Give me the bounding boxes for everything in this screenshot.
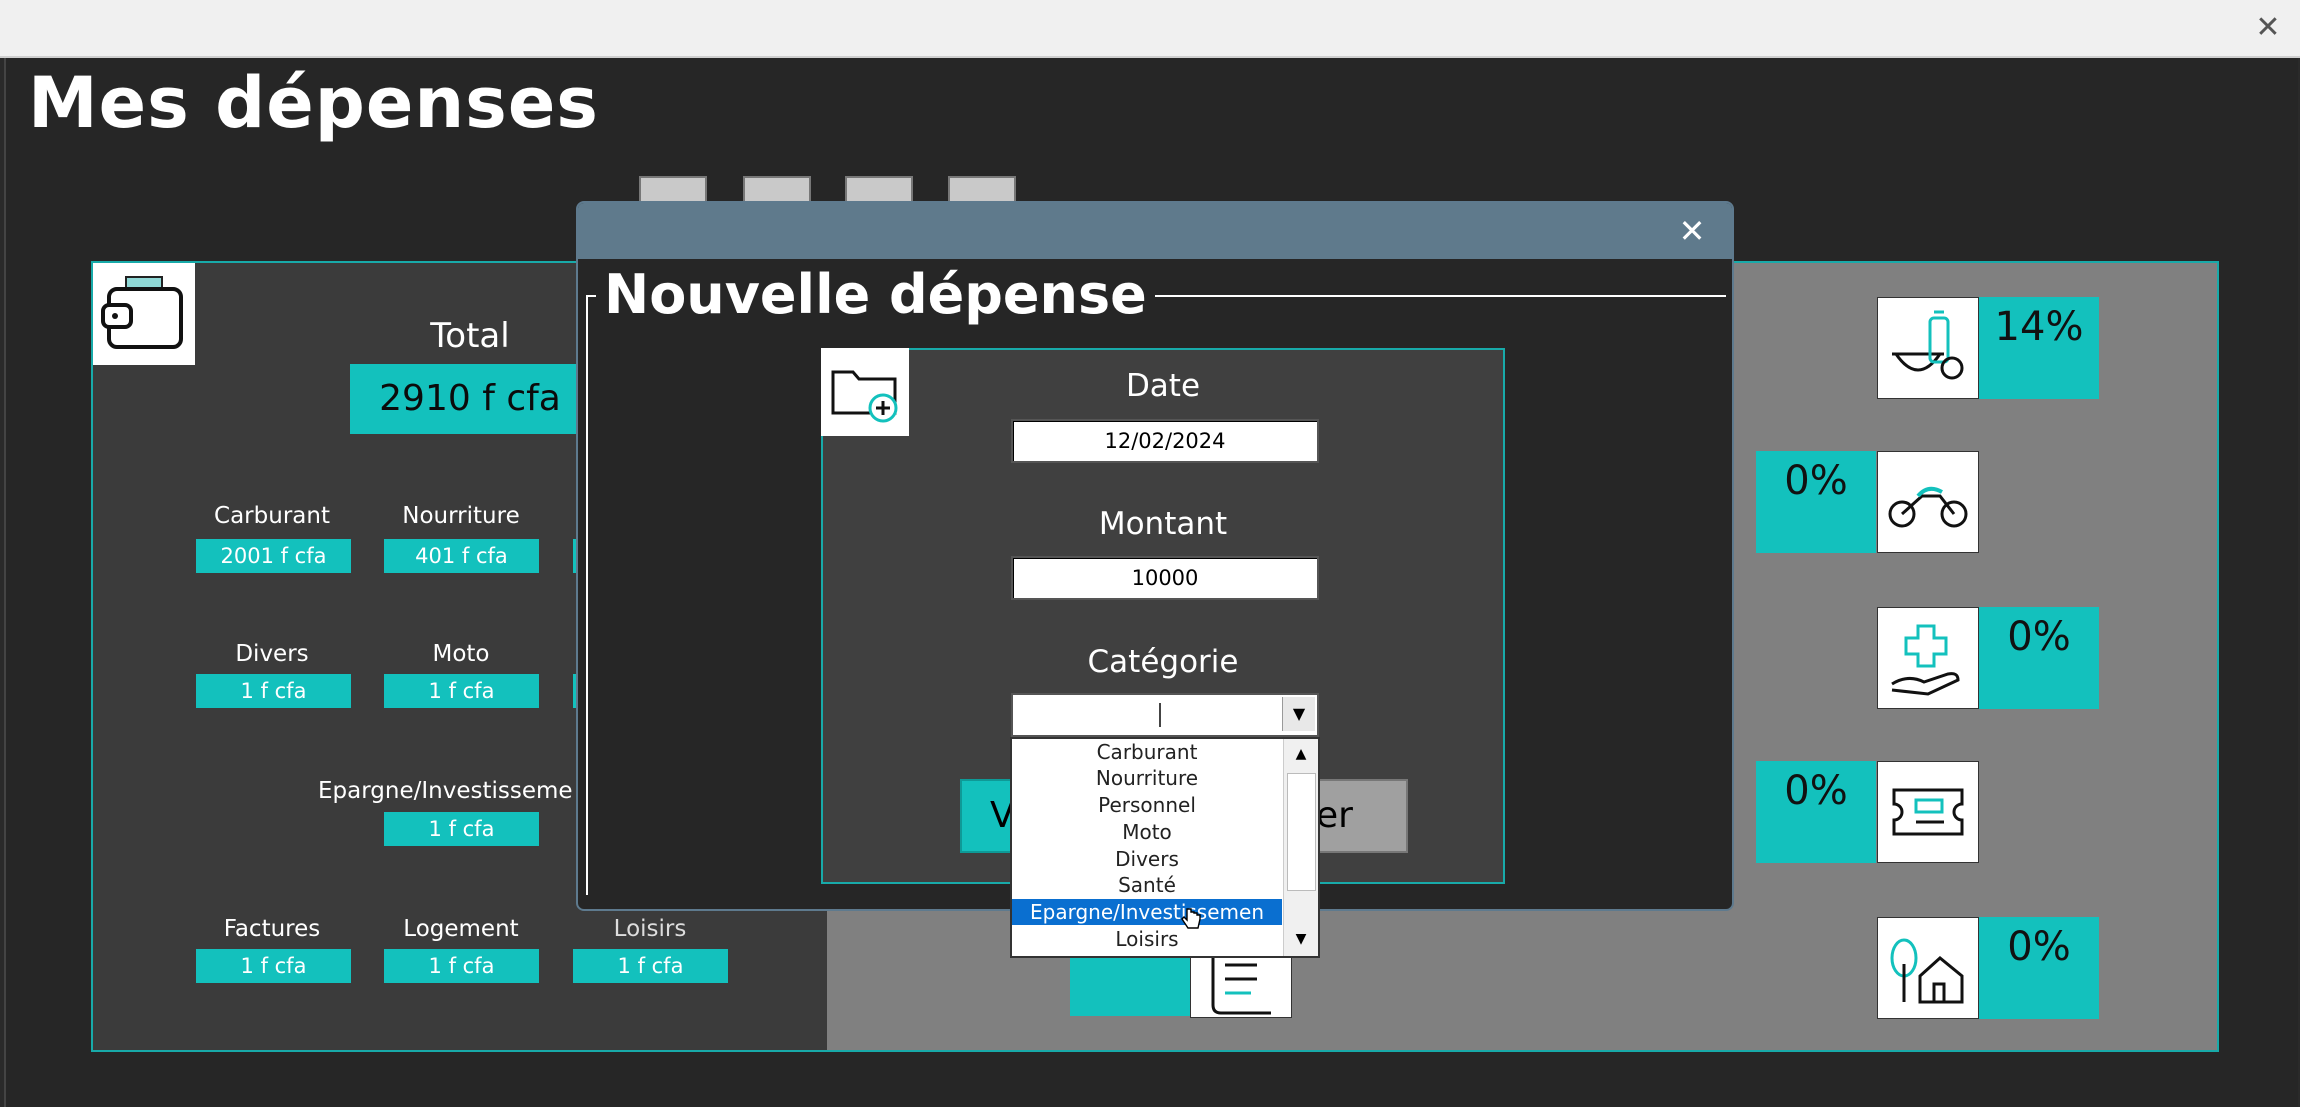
category-label: Factures [223,916,321,942]
text-caret [1159,703,1161,727]
amount-label: Montant [1098,506,1228,542]
food-percentage: 14% [1979,297,2099,399]
category-value: 1 f cfa [384,949,539,983]
window-titlebar: ✕ [0,0,2300,58]
house-icon [1877,917,1979,1019]
category-label: Catégorie [1087,644,1239,680]
page-title: Mes dépenses [28,62,599,144]
hand-cursor-icon [1180,907,1202,931]
scroll-down-icon[interactable]: ▼ [1284,924,1318,954]
category-label: Divers [235,641,309,667]
hidden-tile [1070,950,1190,1016]
dropdown-option[interactable]: Loisirs [1012,926,1282,952]
frame-border-left [586,295,588,895]
category-value: 2001 f cfa [196,539,351,573]
ticket-percentage: 0% [1756,761,1876,863]
total-value: 2910 f cfa [350,364,590,434]
category-value: 1 f cfa [196,949,351,983]
dialog-close-button[interactable]: ✕ [1672,211,1712,251]
category-label: Logement [403,916,519,942]
category-label: Nourriture [402,503,520,529]
ticket-icon [1877,761,1979,863]
receipt-icon [1190,950,1292,1018]
wallet-icon [93,263,195,365]
dropdown-option[interactable]: Carburant [1012,739,1282,765]
scroll-up-icon[interactable]: ▲ [1284,739,1318,769]
dropdown-option[interactable]: Nourriture [1012,765,1282,791]
moto-icon [1877,451,1979,553]
scroll-thumb[interactable] [1287,773,1316,891]
category-value: 1 f cfa [573,949,728,983]
house-percentage: 0% [1979,917,2099,1019]
category-dropdown-list: Carburant Nourriture Personnel Moto Dive… [1010,737,1320,958]
dropdown-option[interactable]: Personnel [1012,792,1282,818]
date-field[interactable]: 12/02/2024 [1011,419,1319,463]
food-icon [1877,297,1979,399]
category-label: Epargne/Investisseme [318,778,573,804]
category-value: 1 f cfa [384,812,539,846]
category-label: Moto [432,641,490,667]
health-icon [1877,607,1979,709]
moto-percentage: 0% [1756,451,1876,553]
dialog-title: Nouvelle dépense [596,263,1155,326]
category-select[interactable]: ▼ [1011,693,1319,737]
category-label: Carburant [214,503,330,529]
dropdown-option[interactable]: Moto [1012,819,1282,845]
total-label: Total [430,316,510,356]
dropdown-option[interactable]: Santé [1012,872,1282,898]
health-percentage: 0% [1979,607,2099,709]
dialog-titlebar[interactable]: ✕ [578,203,1732,259]
chevron-down-icon[interactable]: ▼ [1282,697,1315,731]
category-value: 1 f cfa [196,674,351,708]
dropdown-option[interactable]: Divers [1012,846,1282,872]
category-value: 401 f cfa [384,539,539,573]
dropdown-option-selected[interactable]: Epargne/Investissemen [1012,899,1282,925]
folder-add-icon [821,348,909,436]
amount-field[interactable]: 10000 [1011,556,1319,600]
cancel-button[interactable]: er [1314,779,1408,853]
category-value: 1 f cfa [384,674,539,708]
date-label: Date [1125,368,1201,404]
window-close-button[interactable]: ✕ [2252,12,2284,44]
dropdown-scrollbar[interactable]: ▲ ▼ [1283,739,1318,956]
category-label: Loisirs [613,916,687,942]
